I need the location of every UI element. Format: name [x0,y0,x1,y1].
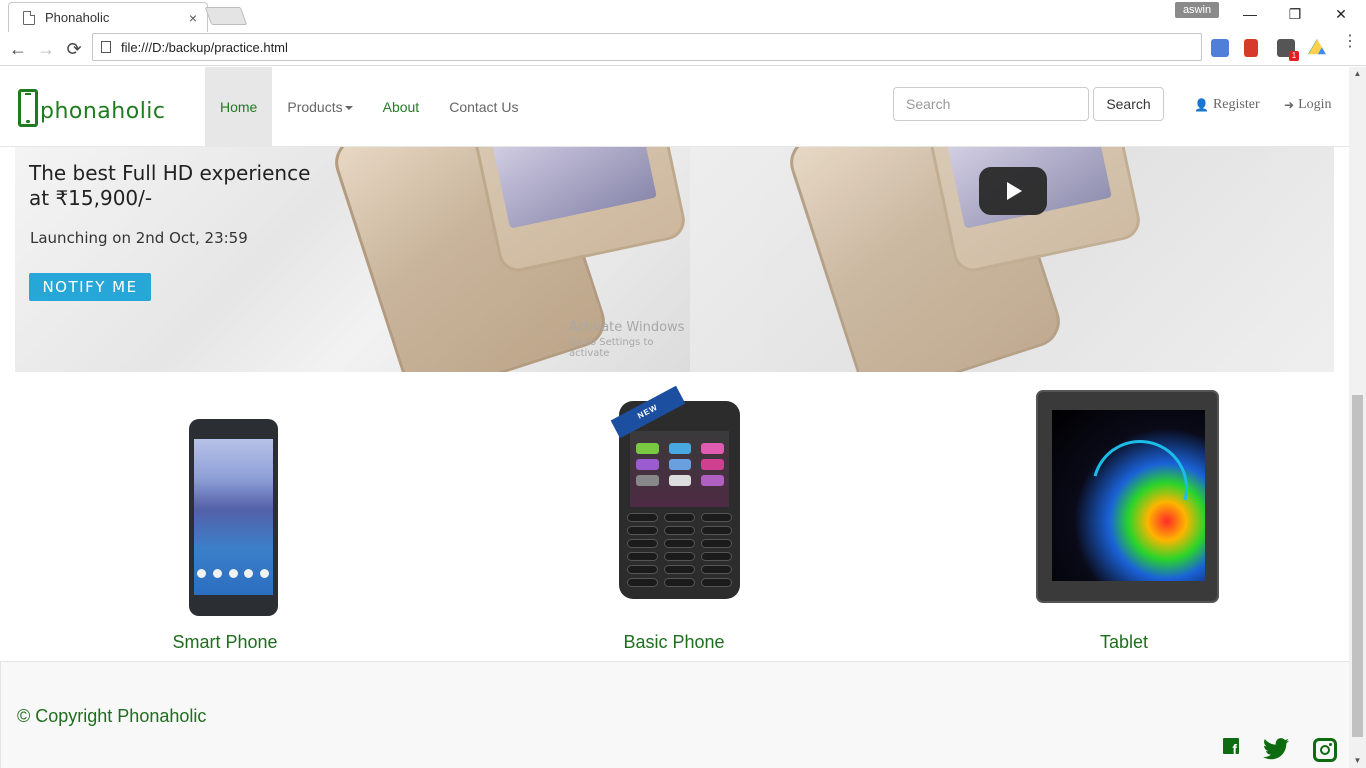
translate-extension-icon[interactable] [1211,39,1229,57]
extension-icon[interactable]: 1 [1277,39,1299,61]
site-navbar: phonaholic Home Products About Contact U… [0,67,1349,147]
browser-toolbar: ← → ⟳ file:///D:/backup/practice.html 1 … [0,32,1366,66]
drive-extension-icon[interactable] [1308,39,1326,55]
smart-phone-image[interactable] [189,419,278,616]
tab-close-button[interactable]: × [189,10,197,26]
caret-down-icon [344,106,353,111]
basic-phone-keypad [627,513,732,587]
nav-products-label: Products [287,99,343,115]
basic-phone-label[interactable]: Basic Phone [524,632,824,653]
nav-links: Home Products About Contact Us [205,67,533,147]
hero-subtitle: Launching on 2nd Oct, 23:59 [30,229,248,247]
page-viewport: phonaholic Home Products About Contact U… [0,67,1366,768]
copyright-text: © Copyright Phonaholic [17,706,207,726]
smart-phone-label[interactable]: Smart Phone [75,632,375,653]
close-window-button[interactable]: ✕ [1318,2,1364,26]
hero-carousel[interactable]: The best Full HD experience at ₹15,900/-… [15,147,1334,372]
register-link[interactable]: 👤 Register [1194,97,1260,113]
site-logo[interactable]: phonaholic [18,89,166,127]
profile-badge[interactable]: aswin [1175,2,1219,18]
instagram-icon[interactable] [1313,738,1337,762]
address-bar[interactable]: file:///D:/backup/practice.html [92,33,1202,61]
hero-title: The best Full HD experience at ₹15,900/- [29,161,311,210]
file-icon [101,41,111,53]
browser-menu-icon[interactable]: ⋮ [1342,34,1358,50]
url-text[interactable]: file:///D:/backup/practice.html [121,40,288,55]
smart-phone-dock [197,569,269,578]
activate-windows-watermark: Activate Windows Go to Settings to activ… [569,320,690,359]
minimize-button[interactable]: — [1227,2,1273,26]
watermark-line1: Activate Windows [569,320,685,335]
brand-name: phonaholic [40,98,166,124]
new-tab-button[interactable] [204,7,248,25]
tab-title: Phonaholic [45,10,110,25]
notify-me-button[interactable]: NOTIFY ME [29,273,151,301]
forward-button[interactable]: → [34,37,58,61]
page-icon [23,10,35,25]
basic-phone-app-grid [636,443,724,486]
scroll-up-arrow-icon[interactable]: ▲ [1349,67,1366,81]
tablet-label[interactable]: Tablet [974,632,1274,653]
tablet-image[interactable] [1036,390,1219,603]
facebook-icon[interactable] [1223,738,1239,757]
tablet-screen [1052,410,1205,581]
site-footer: © Copyright Phonaholic [0,661,1349,768]
nav-contact[interactable]: Contact Us [434,67,533,147]
login-link[interactable]: ➜ Login [1284,97,1332,113]
hero-phone-front-image [471,147,689,276]
search-button[interactable]: Search [1093,87,1164,121]
extension-badge: 1 [1289,51,1299,61]
search-input[interactable] [893,87,1089,121]
page-scrollbar[interactable]: ▲ ▼ [1349,67,1366,768]
hero-phone-screen [490,147,657,229]
back-button[interactable]: ← [6,37,30,61]
nav-about[interactable]: About [368,67,435,147]
restore-button[interactable]: ❐ [1272,2,1318,26]
phone-logo-icon [18,89,38,127]
login-icon: ➜ [1284,97,1295,112]
hero-slide: The best Full HD experience at ₹15,900/-… [15,147,690,372]
user-icon: 👤 [1194,97,1209,112]
nav-home[interactable]: Home [205,67,273,147]
login-label: Login [1298,97,1332,112]
reload-button[interactable]: ⟳ [62,37,86,61]
watermark-line2: Go to Settings to activate [569,337,654,359]
browser-titlebar: Phonaholic × aswin — ❐ ✕ [0,0,1366,32]
scrollbar-thumb[interactable] [1352,395,1363,737]
scroll-down-arrow-icon[interactable]: ▼ [1349,754,1366,768]
browser-tab[interactable]: Phonaholic × [8,2,208,32]
register-label: Register [1212,97,1260,112]
nav-products[interactable]: Products [272,67,367,147]
basic-phone-image[interactable] [619,401,740,599]
twitter-icon[interactable] [1263,738,1289,760]
video-play-icon[interactable] [979,167,1047,215]
bookmark-extension-icon[interactable] [1244,39,1258,57]
